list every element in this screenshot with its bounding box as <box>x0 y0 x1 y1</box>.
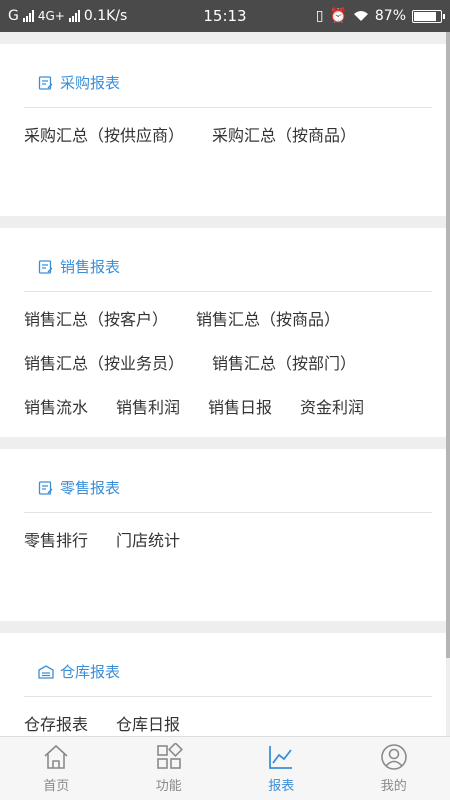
grid-icon <box>156 743 183 769</box>
retail-report-section: 零售报表 零售排行 门店统计 <box>0 449 446 621</box>
network-speed: 0.1K/s <box>83 8 128 24</box>
carrier-label: G <box>8 8 19 24</box>
section-title: 采购报表 <box>60 74 121 92</box>
nav-label: 我的 <box>380 779 407 794</box>
battery-icon <box>412 9 445 23</box>
report-item-store-statistics[interactable]: 门店统计 <box>116 523 180 567</box>
section-title: 零售报表 <box>60 479 121 497</box>
report-icon <box>38 259 53 274</box>
chart-icon <box>269 746 293 769</box>
signal-icon <box>22 10 34 22</box>
report-list[interactable]: 采购报表 采购汇总（按供应商） 采购汇总（按商品） 销售报表 销售汇总（按客户）… <box>0 32 446 736</box>
section-title: 仓库报表 <box>60 663 121 681</box>
vibrate-icon: ▯ <box>315 8 324 24</box>
section-header: 销售报表 <box>24 228 432 292</box>
nav-label: 功能 <box>155 779 182 794</box>
nav-label: 首页 <box>43 779 70 794</box>
wifi-icon <box>353 11 368 21</box>
warehouse-icon <box>38 664 54 679</box>
nav-home[interactable]: 首页 <box>0 737 113 800</box>
status-bar: G 4G+ 0.1K/s 15:13 ▯ ⏰ 87% <box>0 0 450 32</box>
section-header: 零售报表 <box>24 449 432 513</box>
report-item-inventory[interactable]: 仓存报表 <box>24 707 88 736</box>
report-item-sales-flow[interactable]: 销售流水 <box>24 390 88 434</box>
report-item-sales-profit[interactable]: 销售利润 <box>116 390 180 434</box>
user-icon <box>380 744 407 770</box>
alarm-icon: ⏰ <box>329 8 347 24</box>
report-item-sales-daily[interactable]: 销售日报 <box>208 390 272 434</box>
home-icon <box>44 744 68 769</box>
purchase-report-section: 采购报表 采购汇总（按供应商） 采购汇总（按商品） <box>0 44 446 216</box>
report-item-fund-profit[interactable]: 资金利润 <box>300 390 364 434</box>
section-title: 销售报表 <box>60 258 121 276</box>
report-item-purchase-by-supplier[interactable]: 采购汇总（按供应商） <box>24 118 184 162</box>
report-item-warehouse-daily[interactable]: 仓库日报 <box>116 707 180 736</box>
section-header: 采购报表 <box>24 44 432 108</box>
signal-icon-2 <box>68 10 80 22</box>
report-item-sales-by-product[interactable]: 销售汇总（按商品） <box>196 302 340 346</box>
network-type: 4G+ <box>37 9 65 23</box>
report-item-purchase-by-product[interactable]: 采购汇总（按商品） <box>212 118 356 162</box>
bottom-nav: 首页 功能 报表 我的 <box>0 736 450 800</box>
report-item-sales-by-customer[interactable]: 销售汇总（按客户） <box>24 302 168 346</box>
nav-label: 报表 <box>268 779 295 794</box>
report-item-retail-ranking[interactable]: 零售排行 <box>24 523 88 567</box>
section-header: 仓库报表 <box>24 633 432 697</box>
nav-reports[interactable]: 报表 <box>225 737 338 800</box>
nav-functions[interactable]: 功能 <box>113 737 226 800</box>
report-icon <box>38 480 53 495</box>
sales-report-section: 销售报表 销售汇总（按客户） 销售汇总（按商品） 销售汇总（按业务员） 销售汇总… <box>0 228 446 437</box>
scrollbar[interactable] <box>446 32 450 658</box>
report-item-sales-by-department[interactable]: 销售汇总（按部门） <box>212 346 356 390</box>
warehouse-report-section: 仓库报表 仓存报表 仓库日报 <box>0 633 446 736</box>
battery-percent: 87% <box>374 8 406 24</box>
report-icon <box>38 75 53 90</box>
report-item-sales-by-salesperson[interactable]: 销售汇总（按业务员） <box>24 346 184 390</box>
nav-profile[interactable]: 我的 <box>338 737 450 800</box>
